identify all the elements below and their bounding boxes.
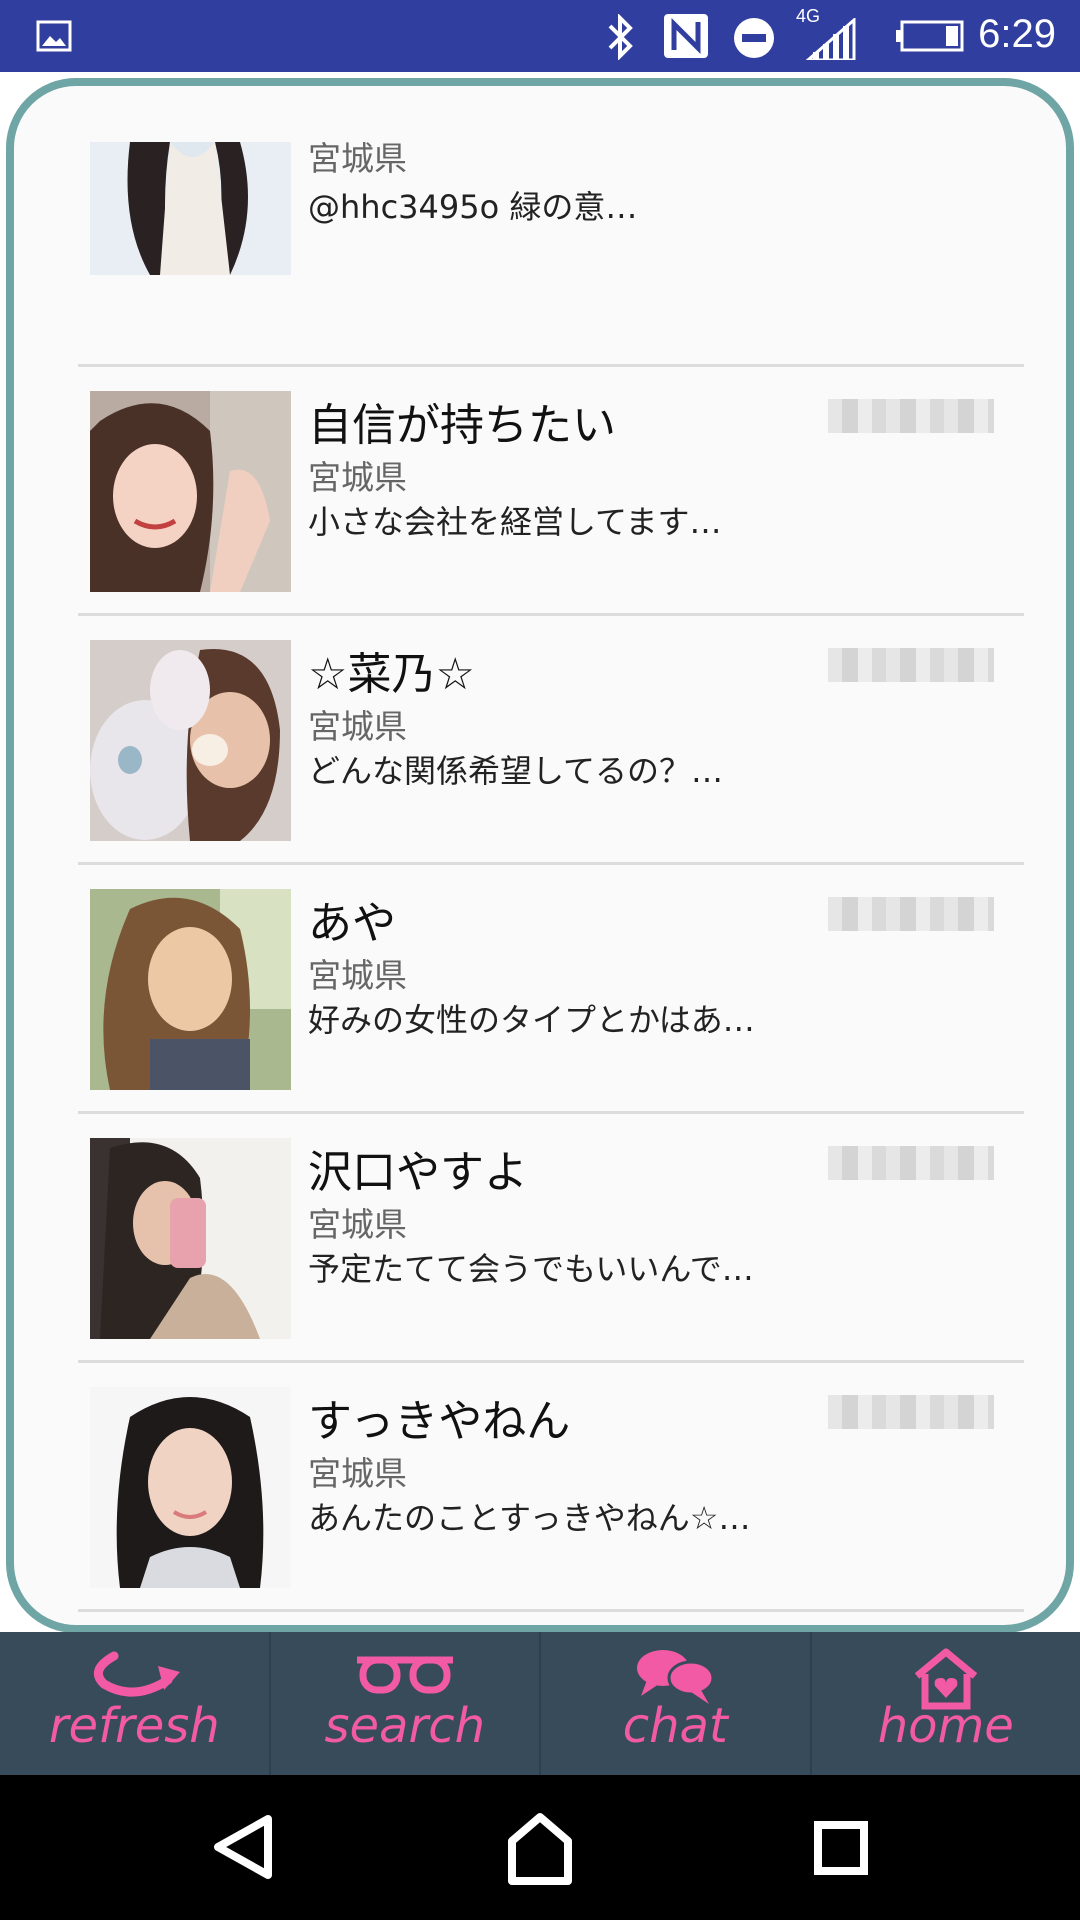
list-item[interactable]: あや 宮城県 好みの女性のタイプとかはあ… bbox=[78, 865, 1024, 1114]
message-list-card: 宮城県 @hhc3495o 緑の意… 自信が持ちたい 宮城県 小さな会社を経営し… bbox=[6, 78, 1074, 1633]
search-label: search bbox=[324, 1698, 486, 1754]
bottom-nav: refresh search chat home bbox=[0, 1632, 1080, 1775]
recents-icon[interactable] bbox=[780, 1775, 900, 1920]
timestamp-blurred bbox=[828, 1395, 994, 1429]
avatar bbox=[90, 391, 291, 592]
home-label: home bbox=[877, 1698, 1014, 1754]
list-item[interactable]: 宮城県 @hhc3495o 緑の意… bbox=[78, 139, 1024, 367]
bluetooth-icon bbox=[608, 14, 633, 60]
message-preview: 好みの女性のタイプとかはあ… bbox=[308, 1001, 755, 1039]
user-name: ☆菜乃☆ bbox=[308, 649, 475, 700]
avatar bbox=[90, 889, 291, 1090]
prefecture: 宮城県 bbox=[308, 1454, 407, 1493]
avatar bbox=[90, 1387, 291, 1588]
user-name: 沢口やすよ bbox=[308, 1147, 528, 1198]
timestamp-blurred bbox=[828, 648, 994, 682]
message-preview: 予定たてて会うでもいいんで… bbox=[308, 1250, 754, 1288]
timestamp-blurred bbox=[828, 897, 994, 931]
system-nav-bar bbox=[0, 1775, 1080, 1920]
back-icon[interactable] bbox=[182, 1775, 302, 1920]
chat-button[interactable]: chat bbox=[541, 1632, 812, 1775]
avatar bbox=[90, 1138, 291, 1339]
message-preview: 小さな会社を経営してます… bbox=[308, 503, 722, 541]
list-item[interactable]: ☆菜乃☆ 宮城県 どんな関係希望してるの？… bbox=[78, 616, 1024, 865]
home-button[interactable]: home bbox=[812, 1632, 1080, 1775]
prefecture: 宮城県 bbox=[308, 707, 407, 746]
prefecture: 宮城県 bbox=[308, 139, 407, 178]
refresh-button[interactable]: refresh bbox=[0, 1632, 271, 1775]
do-not-disturb-icon bbox=[734, 18, 774, 58]
message-preview: どんな関係希望してるの？… bbox=[308, 752, 724, 790]
message-preview: あんたのことすっきやねん☆… bbox=[308, 1499, 751, 1537]
image-icon bbox=[36, 20, 72, 52]
list-item[interactable]: 自信が持ちたい 宮城県 小さな会社を経営してます… bbox=[78, 367, 1024, 616]
prefecture: 宮城県 bbox=[308, 1205, 407, 1244]
glasses-icon bbox=[356, 1656, 453, 1694]
battery-icon bbox=[896, 20, 964, 52]
prefecture: 宮城県 bbox=[308, 956, 407, 995]
timestamp-blurred bbox=[828, 399, 994, 433]
message-preview: @hhc3495o 緑の意… bbox=[308, 188, 638, 226]
main-area: 宮城県 @hhc3495o 緑の意… 自信が持ちたい 宮城県 小さな会社を経営し… bbox=[0, 72, 1080, 1633]
user-name: すっきやねん bbox=[308, 1396, 571, 1447]
refresh-label: refresh bbox=[48, 1698, 220, 1754]
list-item[interactable]: すっきやねん 宮城県 あんたのことすっきやねん☆… bbox=[78, 1363, 1024, 1612]
user-name: 自信が持ちたい bbox=[308, 400, 616, 451]
refresh-icon bbox=[94, 1651, 181, 1697]
search-button[interactable]: search bbox=[271, 1632, 541, 1775]
clock: 6:29 bbox=[978, 12, 1056, 56]
chat-bubbles-icon bbox=[637, 1650, 715, 1704]
status-bar: 4G 6:29 bbox=[0, 0, 1080, 72]
signal-icon bbox=[806, 18, 856, 60]
user-name: あや bbox=[308, 898, 396, 949]
avatar bbox=[90, 640, 291, 841]
avatar bbox=[90, 142, 291, 275]
nfc-icon bbox=[664, 14, 708, 58]
home-nav-icon[interactable] bbox=[480, 1775, 600, 1920]
prefecture: 宮城県 bbox=[308, 458, 407, 497]
message-list: 宮城県 @hhc3495o 緑の意… 自信が持ちたい 宮城県 小さな会社を経営し… bbox=[78, 86, 1024, 1612]
chat-label: chat bbox=[622, 1698, 728, 1754]
timestamp-blurred bbox=[828, 1146, 994, 1180]
list-item[interactable]: 沢口やすよ 宮城県 予定たてて会うでもいいんで… bbox=[78, 1114, 1024, 1363]
